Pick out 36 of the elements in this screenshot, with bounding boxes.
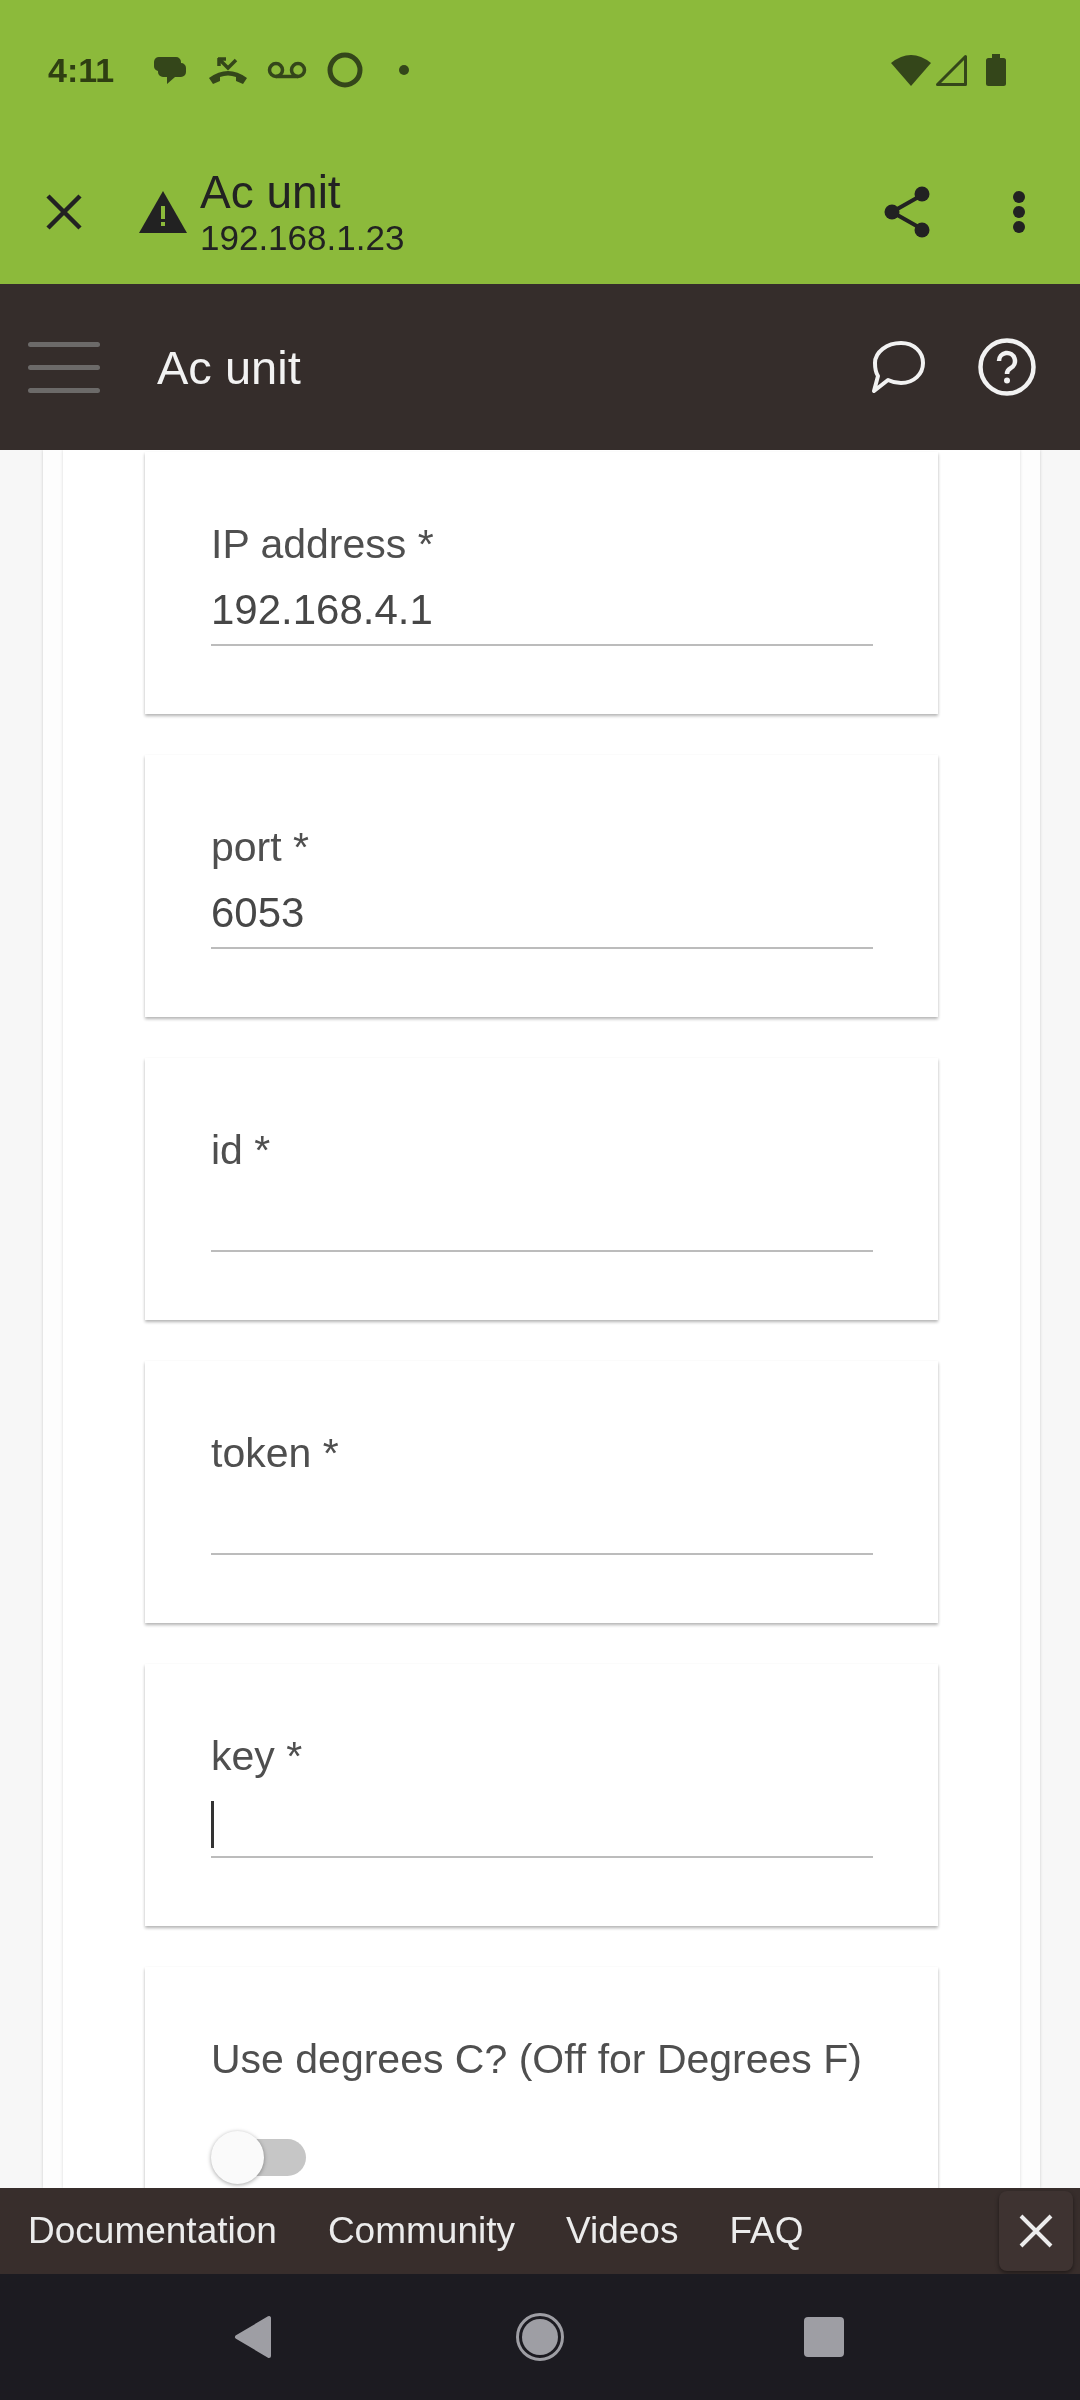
overflow-menu-icon[interactable] xyxy=(1012,190,1026,234)
field-label: key * xyxy=(211,1732,304,1781)
footer-link[interactable]: Documentation xyxy=(28,2210,277,2252)
signal-icon xyxy=(935,54,967,86)
text-field[interactable]: 6053 xyxy=(211,888,873,949)
back-icon[interactable] xyxy=(234,2315,272,2359)
page-url: 192.168.1.23 xyxy=(200,218,405,258)
toggle-switch[interactable] xyxy=(211,2131,306,2184)
dot-icon xyxy=(399,65,410,75)
chat-icon[interactable] xyxy=(870,340,926,394)
voicemail-icon xyxy=(267,60,308,80)
field-label: token * xyxy=(211,1429,340,1478)
field-label: Use degrees C? (Off for Degrees F) xyxy=(211,2035,863,2084)
close-icon xyxy=(1019,2214,1053,2248)
chat-bubble-icon xyxy=(154,55,187,85)
footer-link[interactable]: Community xyxy=(327,2210,515,2252)
help-icon[interactable] xyxy=(978,338,1036,396)
ring-icon xyxy=(327,52,364,88)
wifi-icon xyxy=(891,54,931,86)
missed-call-icon xyxy=(208,55,249,85)
page-title: Ac unit xyxy=(200,166,342,218)
close-icon[interactable] xyxy=(45,193,83,231)
warning-icon xyxy=(139,191,187,233)
field-label: IP address * xyxy=(211,520,435,569)
home-icon[interactable] xyxy=(516,2313,564,2361)
close-button[interactable] xyxy=(999,2191,1073,2271)
footer-link[interactable]: Videos xyxy=(566,2210,679,2252)
battery-icon xyxy=(986,54,1006,86)
field-label: id * xyxy=(211,1126,272,1175)
field-label: port * xyxy=(211,823,310,872)
menu-icon[interactable] xyxy=(28,341,100,393)
app-title: Ac unit xyxy=(157,339,301,395)
footer-link[interactable]: FAQ xyxy=(729,2210,804,2252)
status-time: 4:11 xyxy=(48,50,115,90)
share-icon[interactable] xyxy=(883,186,931,238)
text-field[interactable]: 192.168.4.1 xyxy=(211,585,873,646)
